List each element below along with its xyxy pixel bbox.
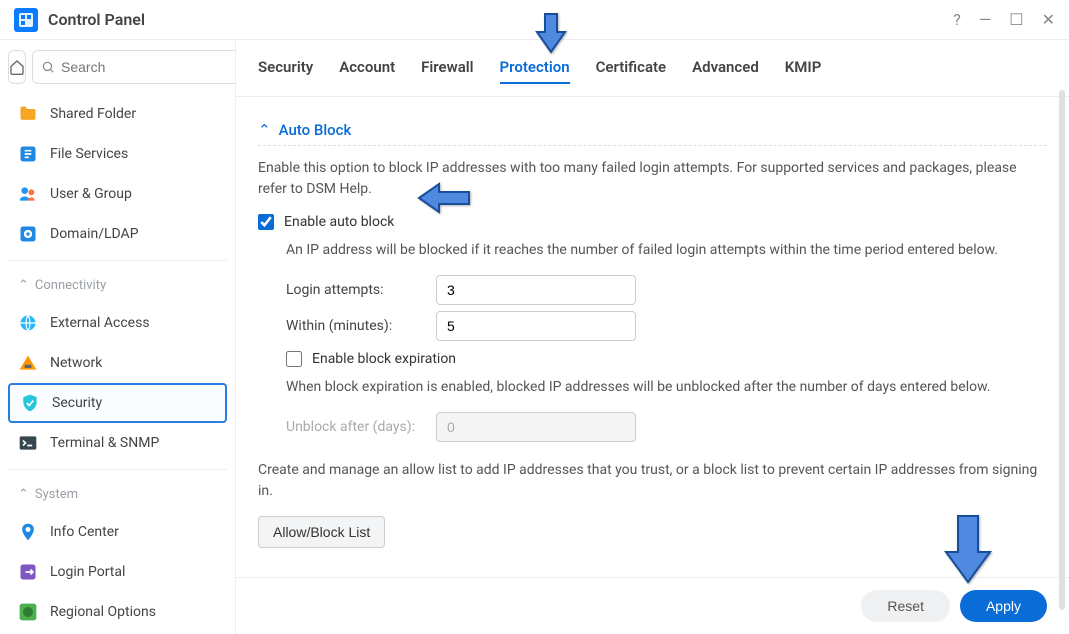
sidebar-label: Info Center — [50, 524, 119, 540]
section-auto-block[interactable]: ⌃ Auto Block — [258, 115, 1047, 146]
section-dos-protection[interactable]: ⌄ Denial-of-Service (DoS) Protection — [258, 570, 1047, 577]
sidebar-label: Security — [52, 395, 102, 411]
search-icon — [41, 60, 55, 74]
network-icon — [18, 353, 38, 373]
enable-block-expiration-checkbox[interactable] — [286, 351, 302, 367]
info-icon — [18, 522, 38, 542]
tab-security[interactable]: Security — [258, 58, 313, 84]
annotation-arrow-apply — [938, 510, 998, 589]
allow-block-desc: Create and manage an allow list to add I… — [258, 460, 1047, 502]
maximize-icon[interactable]: ☐ — [1009, 10, 1023, 29]
sidebar-label: File Services — [50, 146, 128, 162]
annotation-arrow-checkbox — [415, 178, 475, 222]
search-box[interactable] — [32, 50, 236, 84]
sidebar-item-security[interactable]: Security — [8, 383, 227, 423]
auto-block-subdesc: An IP address will be blocked if it reac… — [286, 240, 1047, 261]
file-services-icon — [18, 144, 38, 164]
auto-block-description: Enable this option to block IP addresses… — [258, 158, 1047, 200]
sidebar-item-external-access[interactable]: External Access — [8, 303, 227, 343]
annotation-arrow-tab — [527, 8, 575, 60]
tab-bar: Security Account Firewall Protection Cer… — [236, 40, 1069, 97]
domain-icon — [18, 224, 38, 244]
sidebar-item-info-center[interactable]: Info Center — [8, 512, 227, 552]
tab-protection[interactable]: Protection — [500, 58, 570, 84]
unblock-after-label: Unblock after (days): — [286, 419, 436, 435]
sidebar: Shared Folder File Services User & Group… — [0, 40, 236, 634]
within-minutes-label: Within (minutes): — [286, 318, 436, 334]
sidebar-label: Network — [50, 355, 102, 371]
within-minutes-input[interactable] — [436, 311, 636, 341]
expiration-desc: When block expiration is enabled, blocke… — [286, 377, 1047, 398]
minimize-icon[interactable]: — — [979, 10, 992, 29]
tab-advanced[interactable]: Advanced — [692, 58, 759, 84]
enable-auto-block-label: Enable auto block — [284, 214, 394, 230]
unblock-after-input — [436, 412, 636, 442]
folder-icon — [18, 104, 38, 124]
allow-block-list-button[interactable]: Allow/Block List — [258, 516, 385, 548]
scrollbar[interactable] — [1059, 90, 1065, 610]
sidebar-item-regional-options[interactable]: Regional Options — [8, 592, 227, 632]
chevron-up-icon: ⌃ — [258, 121, 271, 139]
content-area: ⌃ Auto Block Enable this option to block… — [236, 97, 1069, 577]
sidebar-item-domain-ldap[interactable]: Domain/LDAP — [8, 214, 227, 254]
tab-account[interactable]: Account — [339, 58, 395, 84]
sidebar-item-terminal-snmp[interactable]: Terminal & SNMP — [8, 423, 227, 463]
sidebar-label: Shared Folder — [50, 106, 136, 122]
enable-auto-block-row: Enable auto block — [258, 214, 1047, 230]
sidebar-item-file-services[interactable]: File Services — [8, 134, 227, 174]
sidebar-label: Login Portal — [50, 564, 125, 580]
sidebar-section-system[interactable]: ⌃ System — [8, 476, 227, 512]
enable-auto-block-checkbox[interactable] — [258, 214, 274, 230]
portal-icon — [18, 562, 38, 582]
control-panel-icon — [14, 8, 38, 32]
home-button[interactable] — [8, 50, 26, 84]
close-icon[interactable]: ✕ — [1042, 10, 1055, 29]
sidebar-label: External Access — [50, 315, 150, 331]
login-attempts-input[interactable] — [436, 275, 636, 305]
enable-block-expiration-label: Enable block expiration — [312, 351, 456, 367]
tab-firewall[interactable]: Firewall — [421, 58, 473, 84]
tab-kmip[interactable]: KMIP — [785, 58, 822, 84]
apply-button[interactable]: Apply — [960, 590, 1047, 622]
shield-icon — [20, 393, 40, 413]
globe-icon — [18, 313, 38, 333]
search-input[interactable] — [61, 59, 236, 75]
chevron-up-icon: ⌃ — [18, 278, 29, 293]
login-attempts-label: Login attempts: — [286, 282, 436, 298]
terminal-icon — [18, 433, 38, 453]
sidebar-label: Regional Options — [50, 604, 156, 620]
window-title: Control Panel — [48, 10, 953, 29]
sidebar-item-user-group[interactable]: User & Group — [8, 174, 227, 214]
user-group-icon — [18, 184, 38, 204]
sidebar-label: Terminal & SNMP — [50, 435, 159, 451]
chevron-up-icon: ⌃ — [18, 487, 29, 502]
sidebar-label: User & Group — [50, 186, 132, 202]
sidebar-item-network[interactable]: Network — [8, 343, 227, 383]
help-icon[interactable]: ? — [953, 10, 961, 29]
sidebar-item-login-portal[interactable]: Login Portal — [8, 552, 227, 592]
tab-certificate[interactable]: Certificate — [596, 58, 667, 84]
reset-button[interactable]: Reset — [861, 590, 950, 622]
regional-icon — [18, 602, 38, 622]
sidebar-item-shared-folder[interactable]: Shared Folder — [8, 94, 227, 134]
sidebar-label: Domain/LDAP — [50, 226, 139, 242]
sidebar-section-connectivity[interactable]: ⌃ Connectivity — [8, 267, 227, 303]
